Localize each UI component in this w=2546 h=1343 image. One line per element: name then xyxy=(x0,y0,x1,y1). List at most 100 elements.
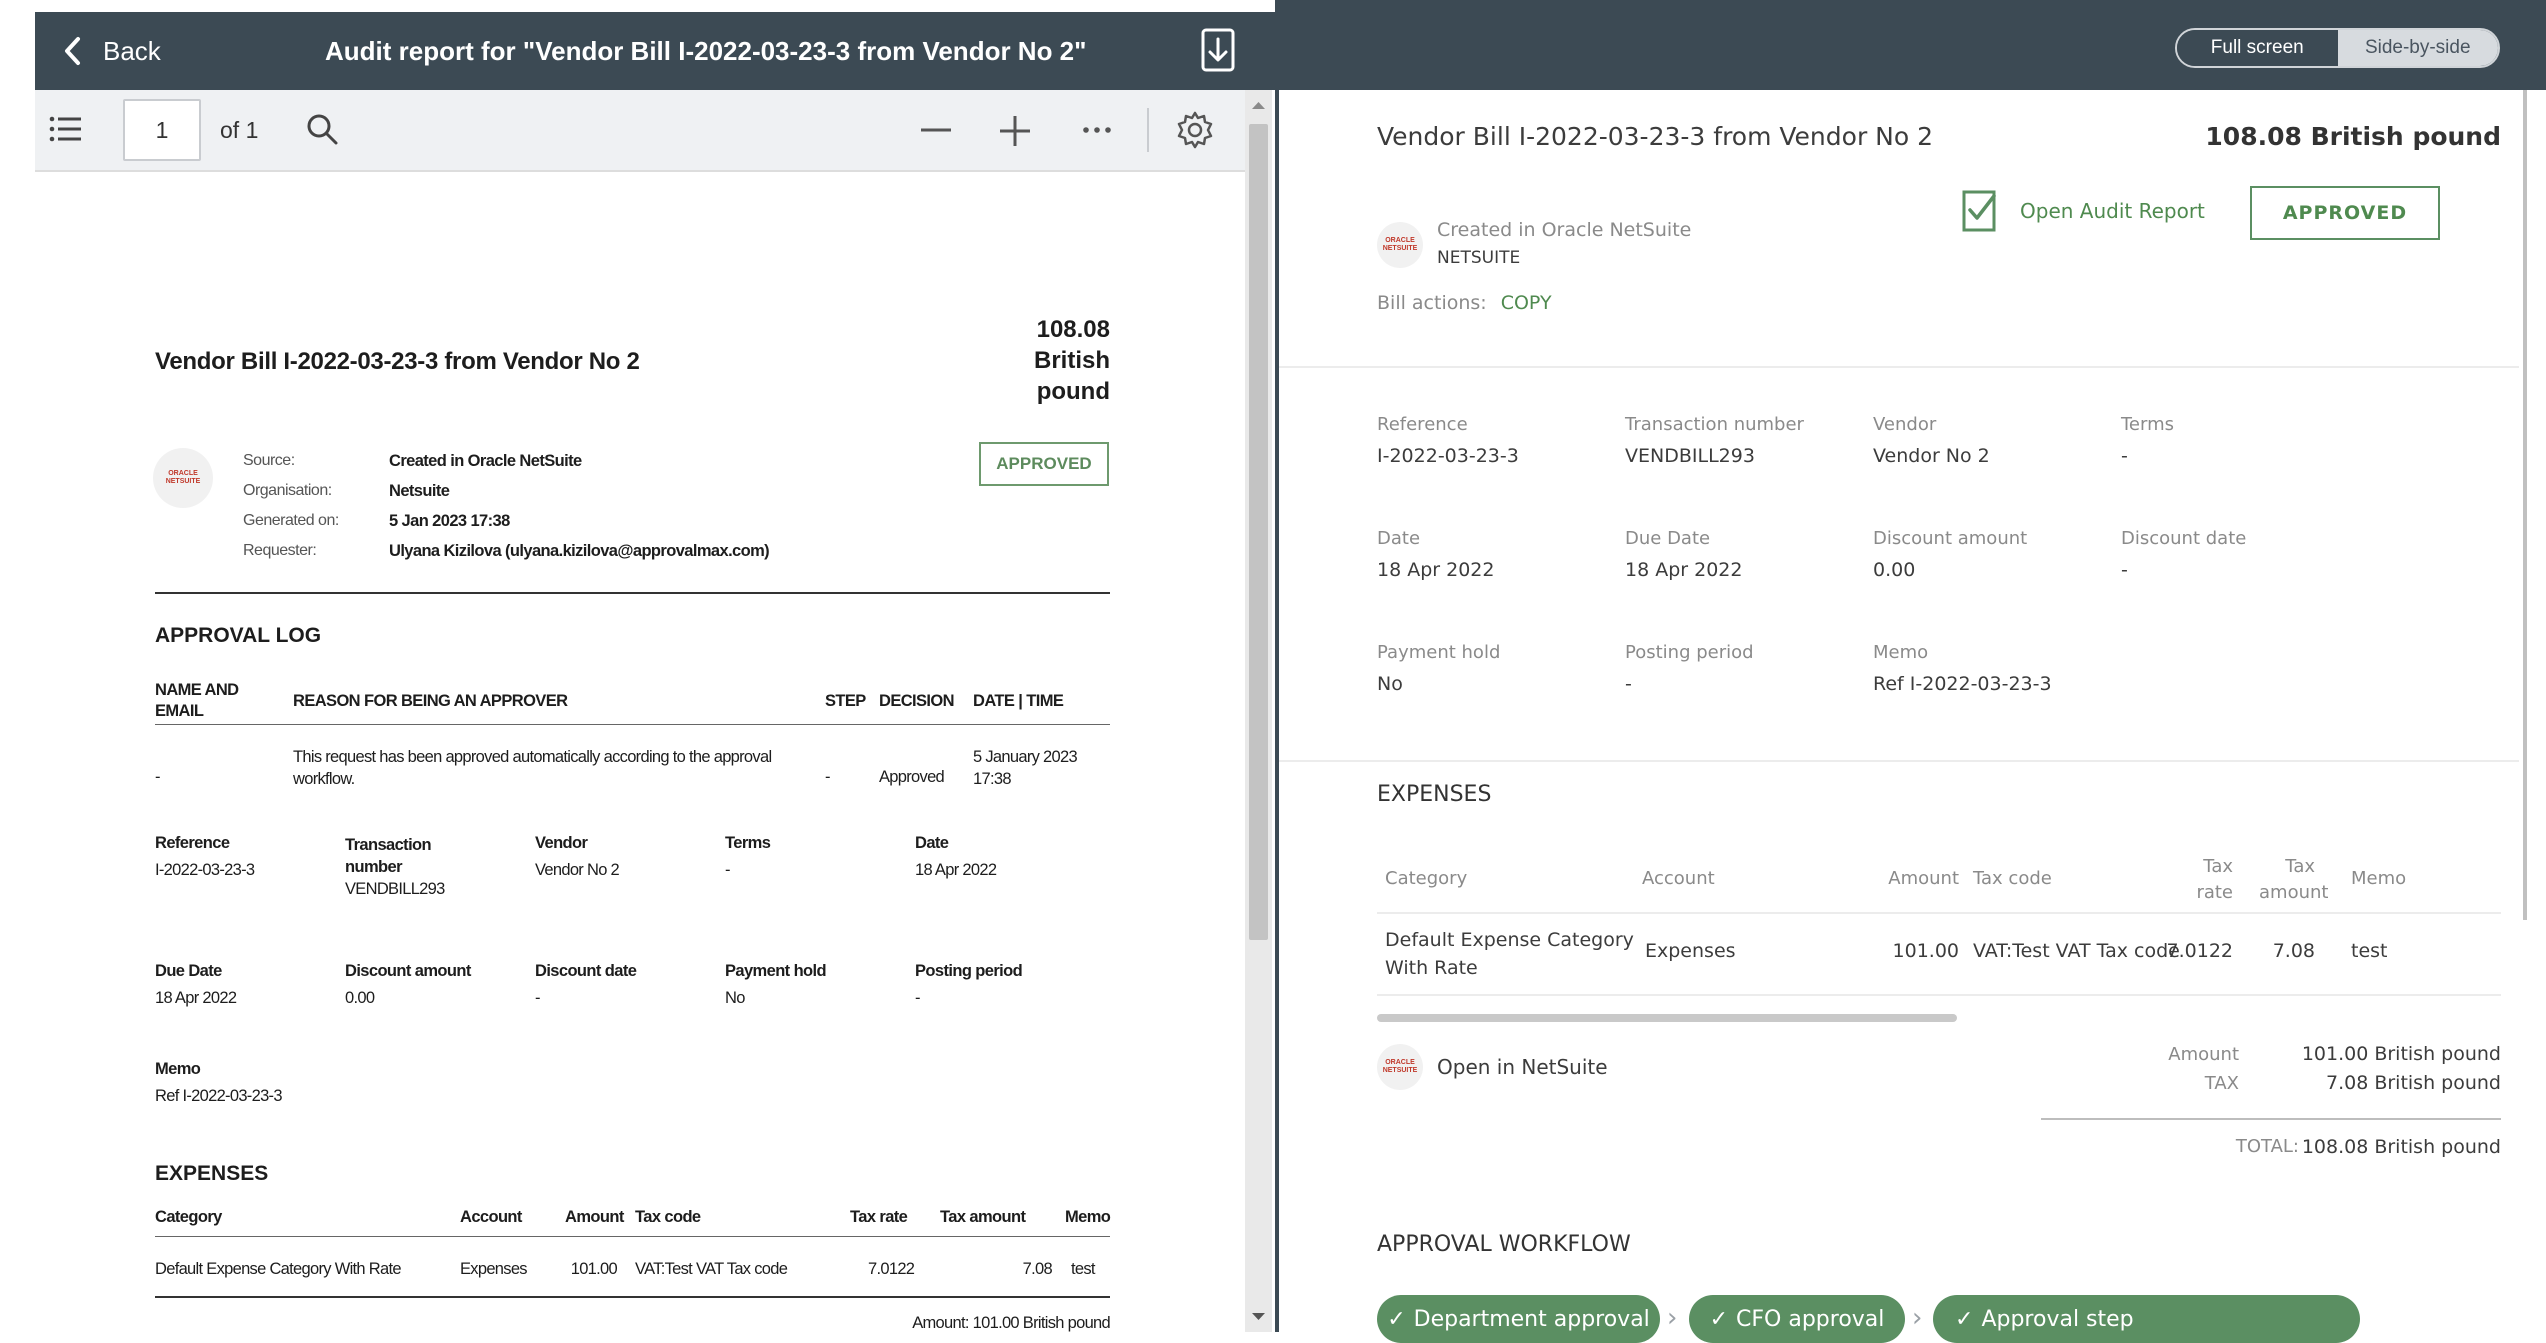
doc-exp-row-tax-rate: 7.0122 xyxy=(868,1260,915,1278)
exp-header-amount: Amount xyxy=(1888,868,1959,889)
scroll-up-arrow-icon[interactable] xyxy=(1251,100,1266,110)
exp-row-category: Default Expense Category With Rate xyxy=(1385,929,1634,979)
workflow-steps: ✓ Department approval › ✓ CFO approval ›… xyxy=(1377,1295,2502,1343)
workflow-step-department-approval[interactable]: ✓ Department approval xyxy=(1377,1295,1660,1343)
zoom-out-icon[interactable] xyxy=(919,116,953,144)
exp-row-tax-amount: 7.08 xyxy=(2272,940,2315,962)
scroll-thumb[interactable] xyxy=(1249,124,1268,940)
log-header-rule xyxy=(155,724,1110,725)
exp-header-category: Category xyxy=(1385,868,1468,889)
open-in-netsuite-link[interactable]: ORACLE NETSUITE Open in NetSuite xyxy=(1377,1044,1608,1090)
field-due-date: Due Date 18 Apr 2022 xyxy=(1625,528,1743,581)
search-icon[interactable] xyxy=(305,112,339,146)
workflow-step-cfo-approval[interactable]: ✓ CFO approval xyxy=(1689,1295,1905,1343)
doc-amount: 108.08 British pound xyxy=(1033,316,1110,405)
netsuite-logo: ORACLE NETSUITE xyxy=(1377,222,1423,268)
doc-fields-row-1: Reference I-2022-03-23-3 Transaction num… xyxy=(155,834,1115,914)
zoom-in-icon[interactable] xyxy=(998,114,1032,148)
status-badge: APPROVED xyxy=(2250,186,2440,240)
doc-field-discount-date: Discount date - xyxy=(535,962,637,1007)
exp-row-tax-code: VAT:Test VAT Tax code xyxy=(1973,940,2180,962)
request-total: 108.08 British pound xyxy=(2205,122,2501,151)
bill-actions: Bill actions: COPY xyxy=(1377,292,1552,314)
doc-field-transaction-number: Transaction number VENDBILL293 xyxy=(345,836,445,898)
checkmark-icon: ✓ xyxy=(1709,1306,1729,1332)
meta-organisation: Organisation: Netsuite xyxy=(243,481,450,500)
details-fields-grid: Reference I-2022-03-23-3 Transaction num… xyxy=(1377,414,2477,714)
checkmark-icon: ✓ xyxy=(1955,1306,1974,1332)
doc-field-vendor: Vendor Vendor No 2 xyxy=(535,834,620,879)
doc-exp-row-tax-code: VAT:Test VAT Tax code xyxy=(635,1260,788,1278)
pdf-viewer-panel: Back Audit report for "Vendor Bill I-202… xyxy=(0,0,1275,1332)
oracle-netsuite-logo: ORACLE NETSUITE xyxy=(153,448,213,508)
field-memo: Memo Ref I-2022-03-23-3 xyxy=(1873,642,2052,695)
toolbar-divider xyxy=(1147,108,1149,152)
exp-row-memo: test xyxy=(2351,940,2388,962)
pdf-scrollbar[interactable] xyxy=(1245,90,1272,1332)
doc-field-terms: Terms - xyxy=(725,834,771,879)
expenses-heading: EXPENSES xyxy=(1377,782,1492,807)
summary-amount-value: 101.00 British pound xyxy=(2301,1043,2501,1065)
request-title: Vendor Bill I-2022-03-23-3 from Vendor N… xyxy=(1377,122,1934,151)
summary-tax-value: 7.08 British pound xyxy=(2325,1072,2501,1094)
field-terms: Terms - xyxy=(2121,414,2175,467)
copy-action-link[interactable]: COPY xyxy=(1501,292,1552,314)
checkmark-icon: ✓ xyxy=(1387,1306,1406,1332)
more-options-icon[interactable] xyxy=(1081,116,1113,144)
scroll-down-arrow-icon[interactable] xyxy=(1251,1312,1266,1322)
page-number-input[interactable]: 1 xyxy=(123,99,201,161)
doc-field-discount-amount: Discount amount 0.00 xyxy=(345,962,471,1007)
summary-tax-label: TAX xyxy=(2204,1073,2239,1094)
doc-status-badge: APPROVED xyxy=(979,442,1109,486)
exp-row-rule xyxy=(1377,994,2501,996)
exp-header-memo: Memo xyxy=(2351,868,2407,889)
log-row-datetime: 5 January 2023 17:38 xyxy=(973,748,1078,788)
full-screen-button[interactable]: Full screen xyxy=(2177,30,2338,66)
field-payment-hold: Payment hold No xyxy=(1377,642,1501,695)
exp-row-account: Expenses xyxy=(1645,940,1736,962)
approval-workflow-heading: APPROVAL WORKFLOW xyxy=(1377,1232,1631,1257)
exp-row-amount: 101.00 xyxy=(1892,940,1959,962)
netsuite-logo: ORACLE NETSUITE xyxy=(1377,1044,1423,1090)
approval-log-heading: APPROVAL LOG xyxy=(155,624,322,647)
doc-field-posting-period: Posting period - xyxy=(915,962,1023,1007)
back-button[interactable]: Back xyxy=(63,12,161,90)
doc-field-date: Date 18 Apr 2022 xyxy=(915,834,997,879)
doc-exp-header-amount: Amount xyxy=(565,1208,624,1226)
outline-icon[interactable] xyxy=(49,114,83,144)
doc-exp-row-memo: test xyxy=(1071,1260,1095,1278)
right-scrollbar[interactable] xyxy=(2523,90,2527,920)
workflow-step-approval-step[interactable]: ✓ Approval step xyxy=(1933,1295,2360,1343)
table-horizontal-scrollbar[interactable] xyxy=(1377,1014,1957,1022)
log-header-datetime: DATE | TIME xyxy=(973,692,1064,710)
settings-gear-icon[interactable] xyxy=(1175,110,1215,150)
summary-rule xyxy=(2041,1118,2501,1120)
download-button[interactable] xyxy=(1195,26,1241,76)
meta-generated-on: Generated on: 5 Jan 2023 17:38 xyxy=(243,511,510,530)
exp-header-tax-rate: Tax rate xyxy=(2196,856,2233,903)
doc-exp-header-tax-rate: Tax rate xyxy=(850,1208,908,1226)
pdf-toolbar: 1 of 1 xyxy=(35,90,1245,170)
doc-exp-header-account: Account xyxy=(460,1208,522,1226)
doc-exp-header-tax-amount: Tax amount xyxy=(940,1208,1026,1226)
field-discount-date: Discount date - xyxy=(2121,528,2247,581)
log-header-step: STEP xyxy=(825,692,866,710)
field-reference: Reference I-2022-03-23-3 xyxy=(1377,414,1519,467)
doc-divider xyxy=(155,592,1110,594)
section-divider xyxy=(1279,760,2519,762)
summary-total-value: 108.08 British pound xyxy=(2301,1136,2501,1158)
view-mode-toggle: Full screen Side-by-side xyxy=(2175,28,2500,68)
audit-report-title: Audit report for "Vendor Bill I-2022-03-… xyxy=(325,36,1087,66)
doc-field-memo: Memo Ref I-2022-03-23-3 xyxy=(155,1060,283,1105)
doc-expenses-heading: EXPENSES xyxy=(155,1162,269,1185)
chevron-left-icon xyxy=(63,36,81,66)
pdf-page: Vendor Bill I-2022-03-23-3 from Vendor N… xyxy=(35,170,1245,1332)
side-by-side-button[interactable]: Side-by-side xyxy=(2337,30,2498,66)
exp-header-account: Account xyxy=(1642,868,1715,889)
doc-fields-row-2: Due Date 18 Apr 2022 Discount amount 0.0… xyxy=(155,962,1115,1022)
doc-title: Vendor Bill I-2022-03-23-3 from Vendor N… xyxy=(155,348,640,375)
open-audit-report-link[interactable]: Open Audit Report xyxy=(1958,186,2205,236)
audit-report-header: Back Audit report for "Vendor Bill I-202… xyxy=(35,12,1275,90)
doc-field-reference: Reference I-2022-03-23-3 xyxy=(155,834,255,879)
doc-exp-header-category: Category xyxy=(155,1208,222,1226)
